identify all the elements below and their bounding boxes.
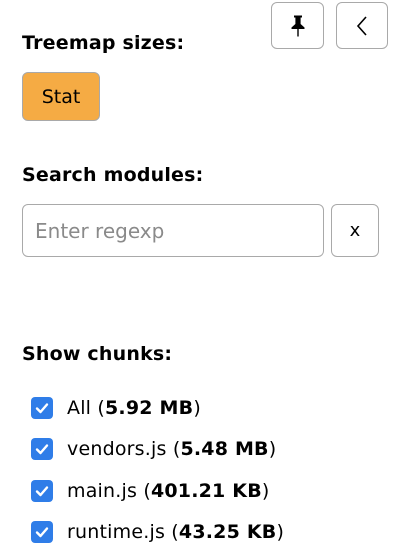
checkbox-checked-icon[interactable]	[31, 479, 53, 502]
chunk-size: 5.92 MB	[105, 396, 194, 419]
chunk-name: vendors.js	[67, 438, 167, 461]
sidebar-panel: Treemap sizes: Stat Search modules: x Sh…	[0, 0, 406, 554]
clear-search-button[interactable]: x	[331, 204, 379, 257]
chunk-list: All (5.92 MB) vendors.js (5.48 MB) main.…	[31, 387, 284, 553]
pin-icon	[291, 15, 304, 36]
chunk-name: runtime.js	[67, 521, 166, 544]
chunk-name: main.js	[67, 479, 138, 502]
chunk-label: main.js (401.21 KB)	[67, 479, 270, 502]
chunk-item-all[interactable]: All (5.92 MB)	[31, 387, 284, 429]
chunk-size: 5.48 MB	[180, 438, 269, 461]
chunk-item-main[interactable]: main.js (401.21 KB)	[31, 470, 284, 512]
chevron-left-icon	[356, 15, 367, 36]
chunk-label: runtime.js (43.25 KB)	[67, 521, 285, 544]
checkbox-checked-icon[interactable]	[31, 438, 53, 461]
checkbox-checked-icon[interactable]	[31, 521, 53, 544]
chunk-label: All (5.92 MB)	[67, 396, 201, 419]
chunk-item-vendors[interactable]: vendors.js (5.48 MB)	[31, 429, 284, 471]
chunk-size: 401.21 KB	[150, 479, 262, 502]
chunk-label: vendors.js (5.48 MB)	[67, 438, 277, 461]
pin-button[interactable]	[271, 2, 324, 49]
chunk-size: 43.25 KB	[178, 521, 277, 544]
search-input[interactable]	[22, 204, 324, 257]
collapse-sidebar-button[interactable]	[336, 2, 388, 49]
chunk-item-runtime[interactable]: runtime.js (43.25 KB)	[31, 512, 284, 554]
show-chunks-title: Show chunks:	[22, 343, 173, 365]
treemap-sizes-title: Treemap sizes:	[22, 32, 185, 54]
search-modules-title: Search modules:	[22, 164, 204, 186]
chunk-name: All	[67, 396, 92, 419]
checkbox-checked-icon[interactable]	[31, 396, 53, 419]
size-option-stat-button[interactable]: Stat	[22, 72, 100, 121]
